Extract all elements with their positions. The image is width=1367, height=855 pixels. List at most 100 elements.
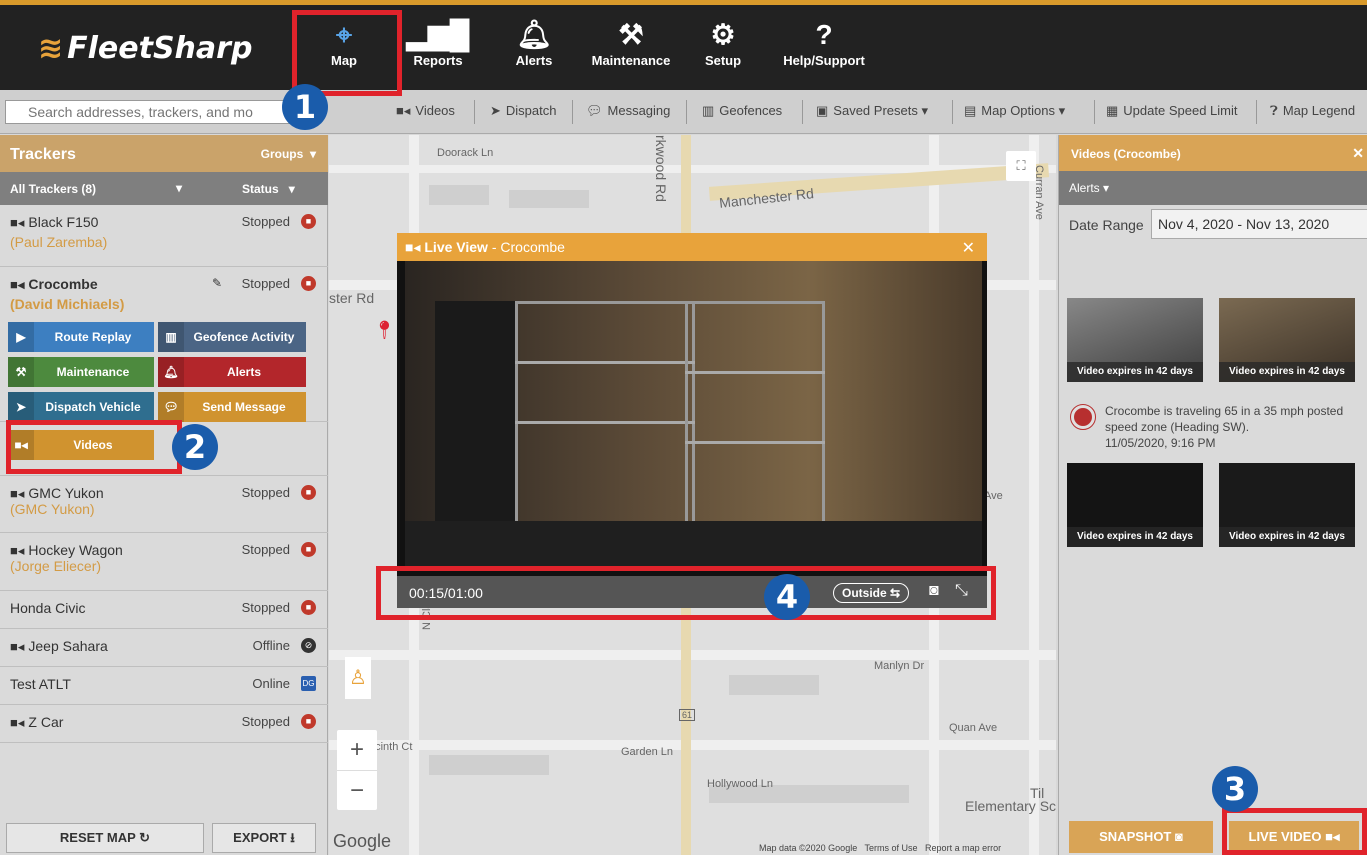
wrench-car-icon: ⚒ [8, 357, 34, 387]
groups-dropdown[interactable]: Groups ▾ [261, 147, 316, 161]
street-label: Garden Ln [621, 746, 673, 758]
question-icon: ❓︎ [1270, 103, 1278, 118]
tracker-row[interactable]: Honda Civic Stopped ■ [0, 591, 328, 629]
update-speed-limit-button[interactable]: ▦ Update Speed Limit [1106, 103, 1237, 119]
reset-map-button[interactable]: RESET MAP ↻ [6, 823, 204, 853]
edit-pencil-icon[interactable]: ✎ [212, 276, 222, 290]
date-range-select[interactable]: Nov 4, 2020 - Nov 13, 2020 [1151, 209, 1367, 239]
tracker-status: Stopped [241, 276, 290, 291]
stop-status-icon: ■ [301, 714, 316, 729]
status-sort[interactable]: Status ▾ [242, 182, 295, 196]
zoom-control: + − [337, 730, 377, 810]
route-replay-button[interactable]: ▶ Route Replay [8, 322, 154, 352]
alerts-button[interactable]: 🔔︎ Alerts [158, 357, 306, 387]
tracker-row[interactable]: ■◂ Z Car Stopped ■ [0, 705, 328, 743]
video-expiry-label: Video expires in 42 days [1219, 362, 1355, 382]
map-pin-icon[interactable]: 📍︎ [373, 320, 396, 341]
live-view-title: Live View [424, 239, 488, 255]
geofence-activity-button[interactable]: ▥ Geofence Activity [158, 322, 306, 352]
maintenance-button[interactable]: ⚒ Maintenance [8, 357, 154, 387]
video-expiry-label: Video expires in 42 days [1067, 362, 1203, 382]
video-thumbnail[interactable]: Video expires in 42 days [1067, 463, 1203, 547]
speeding-alert-icon [1070, 404, 1096, 430]
export-button[interactable]: EXPORT ⭳ [212, 823, 316, 853]
close-icon[interactable]: ✕ [962, 238, 975, 258]
tracker-row[interactable]: ■◂ Jeep Sahara Offline ⊘ [0, 629, 328, 667]
video-camera-icon: ■◂ [10, 543, 25, 558]
close-icon[interactable]: ✕ [1352, 145, 1364, 162]
tracker-row-expanded[interactable]: ■◂ Crocombe (David Michiaels) ✎ Stopped ■… [0, 267, 328, 422]
tracker-status: Offline [252, 638, 290, 653]
all-trackers-dropdown[interactable]: All Trackers (8) [10, 182, 96, 196]
tracker-status: Online [252, 676, 290, 691]
messaging-button[interactable]: 💬︎ Messaging [586, 103, 670, 119]
fence-icon: ▥ [158, 322, 184, 352]
google-logo: Google [333, 831, 392, 851]
videos-button[interactable]: ■◂ Videos [396, 103, 455, 119]
map-legend-button[interactable]: ❓︎ Map Legend [1270, 103, 1355, 119]
zoom-out-button[interactable]: − [337, 770, 377, 810]
refresh-icon: ↻ [139, 830, 151, 845]
video-thumbnail[interactable]: Video expires in 42 days [1219, 298, 1355, 382]
street-label: Manlyn Dr [874, 660, 925, 672]
send-message-button[interactable]: 💬︎ Send Message [158, 392, 306, 422]
bell-icon: 🔔︎ [516, 19, 552, 50]
tracker-driver: (Jorge Eliecer) [10, 558, 102, 574]
tracker-driver: (David Michiaels) [10, 296, 125, 312]
dispatch-button[interactable]: ➤ Dispatch [490, 103, 556, 119]
video-camera-icon: ■◂ [10, 486, 25, 501]
gear-icon: ⚙ [710, 19, 736, 50]
stop-status-icon: ■ [301, 600, 316, 615]
tracker-driver: (GMC Yukon) [10, 501, 95, 517]
tracker-status: Stopped [241, 714, 290, 729]
tracker-name: Black F150 [28, 214, 99, 230]
play-icon: ▶ [8, 322, 34, 352]
map-options-dropdown[interactable]: ▤ Map Options ▾ [964, 103, 1065, 119]
fullscreen-icon[interactable]: ⛶ [1006, 151, 1036, 181]
search-input[interactable] [5, 100, 320, 124]
dispatch-vehicle-button[interactable]: ➤ Dispatch Vehicle [8, 392, 154, 422]
alerts-filter-dropdown[interactable]: Alerts ▾ [1059, 171, 1367, 205]
geofences-button[interactable]: ▥ Geofences [702, 103, 782, 119]
video-thumbnail[interactable]: Video expires in 42 days [1067, 298, 1203, 382]
street-label: Til [1030, 785, 1045, 801]
map-icon: ▤ [964, 103, 977, 118]
tracker-name: Hockey Wagon [28, 542, 123, 558]
video-camera-icon: ■◂ [10, 215, 25, 230]
live-video-feed[interactable] [405, 261, 982, 569]
street-label: Doorack Ln [437, 147, 494, 159]
download-icon: ⭳ [290, 830, 295, 845]
app-logo[interactable]: ≋ FleetSharp [38, 31, 252, 66]
live-view-header: ■◂ Live View - Crocombe ✕ [397, 233, 987, 261]
tracker-row[interactable]: Test ATLT Online DG [0, 667, 328, 705]
trackers-header: Trackers Groups ▾ [0, 135, 328, 172]
alert-message: Crocombe is traveling 65 in a 35 mph pos… [1105, 404, 1344, 450]
nav-setup[interactable]: ⚙ Setup [698, 17, 748, 87]
street-view-pegman-icon[interactable]: ♙ [345, 657, 371, 699]
tracker-filter-bar: All Trackers (8) ▾ Status ▾ [0, 172, 328, 205]
map-attribution: Map data ©2020 Google Terms of Use Repor… [759, 843, 1002, 853]
callout-number-2: 2 [172, 424, 218, 470]
snapshot-button[interactable]: SNAPSHOT ◙ [1069, 821, 1213, 853]
chevron-down-icon[interactable]: ▾ [176, 181, 182, 195]
tracker-name: Crocombe [28, 276, 98, 292]
tracker-row[interactable]: ■◂ GMC Yukon (GMC Yukon) Stopped ■ [0, 475, 328, 533]
fence-icon: ▥ [702, 103, 715, 118]
nav-reports[interactable]: ▂▆█ Reports [406, 17, 470, 87]
tracker-row[interactable]: ■◂ Hockey Wagon (Jorge Eliecer) Stopped ■ [0, 533, 328, 591]
send-icon: ➤ [490, 103, 501, 118]
nav-help-support[interactable]: ? Help/Support [776, 17, 872, 87]
video-thumbnail[interactable]: Video expires in 42 days [1219, 463, 1355, 547]
stop-status-icon: ■ [301, 542, 316, 557]
zoom-in-button[interactable]: + [337, 730, 377, 770]
videos-panel-title: Videos (Crocombe) [1071, 147, 1181, 161]
tracker-row[interactable]: ■◂ Black F150 (Paul Zaremba) Stopped ■ [0, 205, 328, 267]
live-view-dialog: ■◂ Live View - Crocombe ✕ 00:15/01:00 Ou… [397, 233, 987, 608]
nav-maintenance[interactable]: ⚒ Maintenance [586, 17, 676, 87]
speed-sign-icon: ▦ [1106, 103, 1119, 118]
callout-number-4: 4 [764, 574, 810, 620]
video-expiry-label: Video expires in 42 days [1219, 527, 1355, 547]
saved-presets-dropdown[interactable]: ▣ Saved Presets ▾ [816, 103, 928, 119]
nav-alerts[interactable]: 🔔︎ Alerts [504, 17, 564, 87]
tracker-name: Honda Civic [10, 600, 86, 616]
